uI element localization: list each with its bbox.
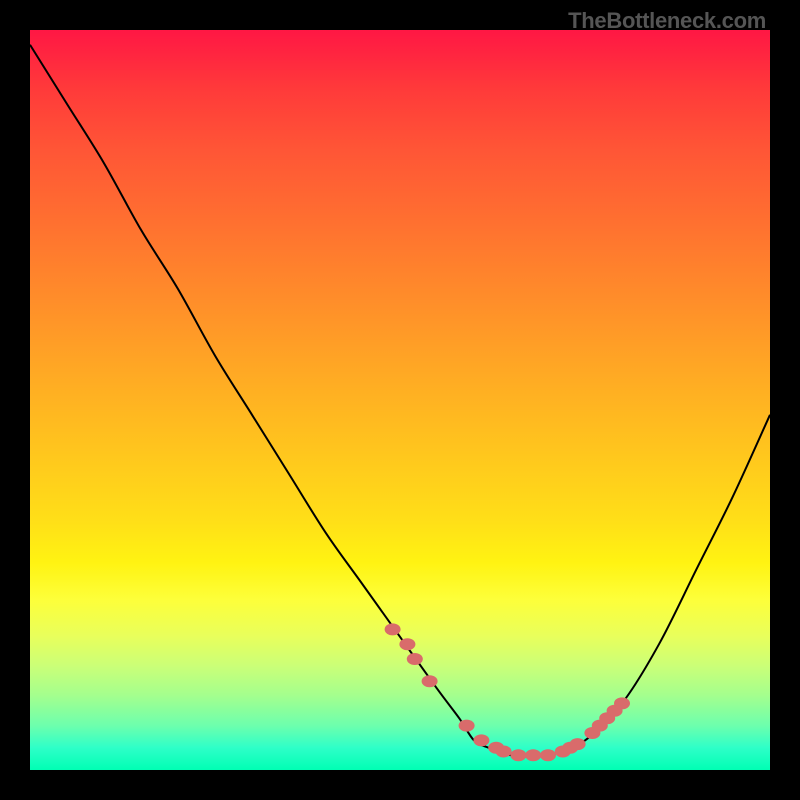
marker-dot <box>496 746 512 758</box>
marker-dot <box>407 653 423 665</box>
chart-svg <box>30 30 770 770</box>
marker-dot <box>459 720 475 732</box>
bottleneck-curve <box>30 45 770 757</box>
watermark-text: TheBottleneck.com <box>568 8 766 34</box>
marker-dot <box>525 749 541 761</box>
marker-dot <box>473 734 489 746</box>
marker-dot <box>540 749 556 761</box>
chart-frame: TheBottleneck.com <box>0 0 800 800</box>
marker-dot <box>614 697 630 709</box>
plot-area <box>30 30 770 770</box>
marker-dot <box>422 675 438 687</box>
marker-dot <box>385 623 401 635</box>
marker-dot <box>510 749 526 761</box>
marker-dot <box>570 738 586 750</box>
marker-dot <box>399 638 415 650</box>
marker-dots <box>385 623 630 761</box>
